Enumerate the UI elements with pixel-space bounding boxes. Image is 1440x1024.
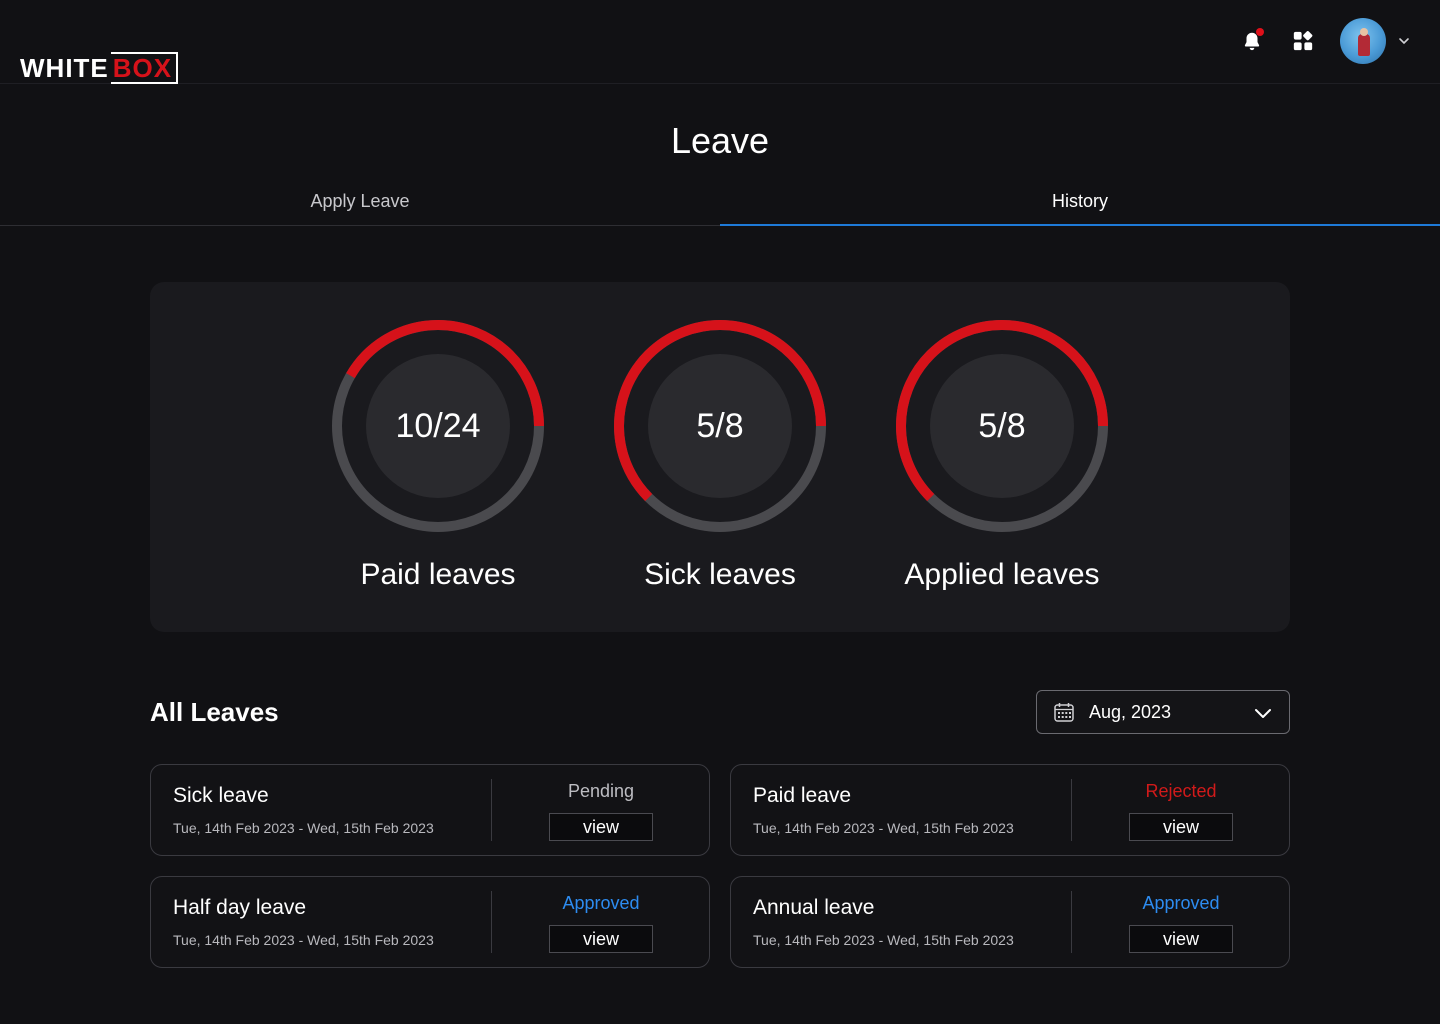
user-avatar[interactable] [1340, 18, 1386, 64]
card-divider [491, 891, 492, 953]
card-divider [1071, 779, 1072, 841]
paid-leaves-label: Paid leaves [360, 558, 516, 591]
month-filter-value: Aug, 2023 [1089, 701, 1172, 722]
sick-leaves-label: Sick leaves [644, 558, 796, 591]
leave-card: Half day leave Tue, 14th Feb 2023 - Wed,… [150, 876, 710, 968]
apps-button[interactable] [1288, 26, 1318, 56]
leave-card: Annual leave Tue, 14th Feb 2023 - Wed, 1… [730, 876, 1290, 968]
notification-badge [1256, 28, 1264, 36]
view-button[interactable]: view [1129, 813, 1233, 841]
chevron-down-icon [1255, 709, 1271, 718]
leave-type: Sick leave [173, 784, 269, 807]
leave-type: Paid leave [753, 784, 852, 807]
avatar-figure [1358, 34, 1370, 56]
view-button[interactable]: view [549, 925, 653, 953]
leave-dates: Tue, 14th Feb 2023 - Wed, 15th Feb 2023 [753, 820, 1014, 836]
top-header: WHITE BOX [0, 0, 1440, 84]
all-leaves-title: All Leaves [150, 697, 279, 727]
card-divider [491, 779, 492, 841]
leave-tabs: Apply Leave History [0, 182, 1440, 226]
status-label: Approved [562, 893, 640, 913]
chevron-down-icon [1399, 38, 1409, 45]
tab-apply-leave[interactable]: Apply Leave [0, 182, 720, 225]
stat-paid-leaves: 10/24 Paid leaves [298, 318, 578, 592]
logo-text-white: WHITE [20, 53, 109, 83]
stat-applied-leaves: 5/8 Applied leaves [862, 318, 1142, 592]
paid-leaves-ring: 10/24 [332, 320, 544, 532]
applied-leaves-ring: 5/8 [896, 320, 1108, 532]
leave-dates: Tue, 14th Feb 2023 - Wed, 15th Feb 2023 [173, 820, 434, 836]
applied-leaves-count: 5/8 [978, 407, 1025, 445]
leave-type: Half day leave [173, 896, 307, 919]
leave-card: Paid leave Tue, 14th Feb 2023 - Wed, 15t… [730, 764, 1290, 856]
whitebox-logo[interactable]: WHITE BOX [20, 52, 179, 84]
status-label: Pending [567, 781, 635, 801]
apps-grid-icon [1293, 31, 1313, 51]
stat-sick-leaves: 5/8 Sick leaves [580, 318, 860, 592]
view-button[interactable]: view [549, 813, 653, 841]
paid-leaves-count: 10/24 [395, 407, 480, 445]
leave-page: WHITE BOX Leave Apply Leave History 10/2… [0, 0, 1440, 1024]
calendar-icon [1054, 703, 1074, 722]
leave-type: Annual leave [753, 896, 875, 919]
status-label: Rejected [1145, 781, 1217, 801]
sick-leaves-ring: 5/8 [614, 320, 826, 532]
applied-leaves-label: Applied leaves [904, 558, 1100, 591]
month-filter-select[interactable]: Aug, 2023 [1036, 690, 1290, 734]
leave-dates: Tue, 14th Feb 2023 - Wed, 15th Feb 2023 [753, 932, 1014, 948]
avatar-head [1360, 28, 1368, 36]
card-divider [1071, 891, 1072, 953]
logo-text-box: BOX [110, 52, 179, 84]
leave-stats-card: 10/24 Paid leaves 5/8 Sick leaves 5/8 Ap… [150, 282, 1290, 632]
leave-dates: Tue, 14th Feb 2023 - Wed, 15th Feb 2023 [173, 932, 434, 948]
page-title: Leave [670, 120, 770, 161]
profile-menu-toggle[interactable] [1396, 33, 1412, 49]
header-actions [1216, 18, 1412, 64]
tab-history[interactable]: History [720, 182, 1440, 226]
view-button[interactable]: view [1129, 925, 1233, 953]
status-label: Approved [1142, 893, 1220, 913]
leave-card: Sick leave Tue, 14th Feb 2023 - Wed, 15t… [150, 764, 710, 856]
notification-button[interactable] [1237, 26, 1267, 56]
sick-leaves-count: 5/8 [696, 407, 743, 445]
